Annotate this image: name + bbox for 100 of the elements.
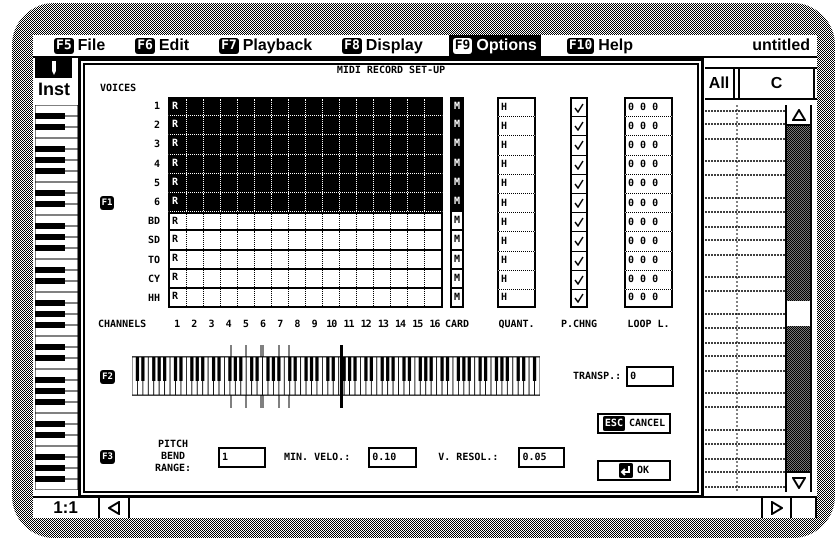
program-change-checkbox[interactable] bbox=[570, 154, 588, 174]
voice-name: CY bbox=[148, 274, 160, 285]
key-label: F9 bbox=[452, 38, 472, 54]
quantize-cell[interactable]: H bbox=[497, 270, 536, 289]
loop-length-cell[interactable]: 0 0 0 bbox=[624, 174, 673, 193]
channel-row[interactable]: R bbox=[168, 174, 443, 193]
quantize-cell[interactable]: H bbox=[497, 192, 536, 212]
quantize-cell[interactable]: H bbox=[497, 135, 536, 155]
key-label: F1 bbox=[100, 196, 114, 210]
card-cell[interactable]: M bbox=[450, 174, 464, 193]
quantize-cell[interactable]: H bbox=[497, 250, 536, 270]
loop-length-cell[interactable]: 0 0 0 bbox=[624, 192, 673, 212]
down-triangle-icon bbox=[792, 476, 806, 488]
transpose-label: TRANSP.: bbox=[573, 371, 622, 382]
program-change-checkbox[interactable] bbox=[570, 174, 588, 193]
pencil-icon bbox=[50, 60, 58, 76]
loop-length-cell[interactable]: 0 0 0 bbox=[624, 97, 673, 116]
scroll-thumb[interactable] bbox=[787, 301, 810, 326]
ok-button[interactable]: OK bbox=[597, 460, 671, 482]
card-cell[interactable]: M bbox=[450, 250, 464, 270]
receive-marker: R bbox=[172, 253, 178, 266]
receive-marker: R bbox=[172, 216, 178, 228]
voice-name: 4 bbox=[154, 158, 160, 170]
loop-length-cell[interactable]: 0 0 0 bbox=[624, 212, 673, 232]
channel-row[interactable]: R bbox=[168, 212, 443, 232]
loop-length-cell[interactable]: 0 0 0 bbox=[624, 270, 673, 289]
card-cell[interactable]: M bbox=[450, 135, 464, 155]
checkmark-icon bbox=[574, 178, 584, 189]
column-header: P.CHNG bbox=[560, 319, 598, 332]
program-change-checkbox[interactable] bbox=[570, 212, 588, 232]
checkmark-icon bbox=[574, 274, 584, 285]
quantize-cell[interactable]: H bbox=[497, 154, 536, 174]
card-cell[interactable]: M bbox=[450, 192, 464, 212]
channel-row[interactable]: R bbox=[168, 288, 443, 308]
receive-marker: R bbox=[172, 119, 178, 132]
column-header: QUANT. bbox=[498, 319, 535, 332]
loop-length-cell[interactable]: 0 0 0 bbox=[624, 154, 673, 174]
quantize-cell[interactable]: H bbox=[497, 231, 536, 250]
column-header: CARD bbox=[444, 319, 470, 332]
channel-number: 3 bbox=[207, 319, 215, 332]
program-change-checkbox[interactable] bbox=[570, 270, 588, 289]
program-change-checkbox[interactable] bbox=[570, 192, 588, 212]
channel-row[interactable]: R bbox=[168, 135, 443, 155]
channel-row[interactable]: R bbox=[168, 97, 443, 116]
channel-row[interactable]: R bbox=[168, 231, 443, 250]
quantize-cell[interactable]: H bbox=[497, 212, 536, 232]
right-triangle-icon bbox=[770, 501, 782, 515]
card-cell[interactable]: M bbox=[450, 231, 464, 250]
channel-number: 9 bbox=[310, 319, 318, 332]
loop-length-cell[interactable]: 0 0 0 bbox=[624, 250, 673, 270]
checkmark-icon bbox=[574, 160, 584, 170]
program-change-checkbox[interactable] bbox=[570, 116, 588, 136]
receive-marker: R bbox=[172, 176, 178, 189]
key-label: F8 bbox=[342, 38, 362, 54]
loop-length-cell[interactable]: 0 0 0 bbox=[624, 288, 673, 308]
scroll-down-button[interactable] bbox=[787, 471, 810, 492]
loop-length-cell[interactable]: 0 0 0 bbox=[624, 231, 673, 250]
channel-row[interactable]: R bbox=[168, 116, 443, 136]
voices-label: VOICES bbox=[100, 83, 136, 95]
receive-marker: R bbox=[172, 196, 178, 208]
min-velocity-field[interactable]: 0.10 bbox=[368, 446, 418, 468]
velocity-resolution-field[interactable]: 0.05 bbox=[518, 446, 566, 468]
program-change-checkbox[interactable] bbox=[570, 231, 588, 250]
quantize-cell[interactable]: H bbox=[497, 97, 536, 116]
checkmark-icon bbox=[574, 292, 584, 303]
card-cell[interactable]: M bbox=[450, 212, 464, 232]
channel-row[interactable]: R bbox=[168, 270, 443, 289]
program-change-checkbox[interactable] bbox=[570, 135, 588, 155]
document-title: untitled bbox=[752, 36, 811, 54]
channel-row[interactable]: R bbox=[168, 154, 443, 174]
pitch-bend-field[interactable]: 1 bbox=[218, 446, 266, 468]
quantize-cell[interactable]: H bbox=[497, 174, 536, 193]
velocity-resolution-label: V. RESOL.: bbox=[438, 452, 498, 463]
key-field[interactable]: C bbox=[740, 69, 815, 98]
key-label: F6 bbox=[135, 38, 155, 54]
key-label: F7 bbox=[219, 38, 239, 54]
card-cell[interactable]: M bbox=[450, 97, 464, 116]
loop-length-cell[interactable]: 0 0 0 bbox=[624, 116, 673, 136]
card-cell[interactable]: M bbox=[450, 270, 464, 289]
card-cell[interactable]: M bbox=[450, 288, 464, 308]
channel-number: 1 bbox=[173, 319, 181, 332]
quantize-cell[interactable]: H bbox=[497, 116, 536, 136]
program-change-checkbox[interactable] bbox=[570, 97, 588, 116]
card-cell[interactable]: M bbox=[450, 154, 464, 174]
program-change-checkbox[interactable] bbox=[570, 288, 588, 308]
pencil-tool-button[interactable] bbox=[35, 58, 72, 78]
transpose-field[interactable]: 0 bbox=[626, 366, 674, 388]
menu-item[interactable]: F9 Options bbox=[448, 35, 541, 56]
channel-row[interactable]: R bbox=[168, 192, 443, 212]
channel-row[interactable]: R bbox=[168, 250, 443, 270]
loop-length-cell[interactable]: 0 0 0 bbox=[624, 135, 673, 155]
cancel-button[interactable]: ESC CANCEL bbox=[597, 413, 671, 434]
channel-number: 13 bbox=[376, 319, 390, 332]
checkmark-icon bbox=[574, 140, 584, 150]
card-cell[interactable]: M bbox=[450, 116, 464, 136]
key-label: F10 bbox=[566, 38, 594, 54]
quantize-cell[interactable]: H bbox=[497, 288, 536, 308]
pitch-bend-label: PITCH BEND RANGE: bbox=[154, 439, 192, 476]
receive-marker: R bbox=[172, 291, 178, 304]
program-change-checkbox[interactable] bbox=[570, 250, 588, 270]
